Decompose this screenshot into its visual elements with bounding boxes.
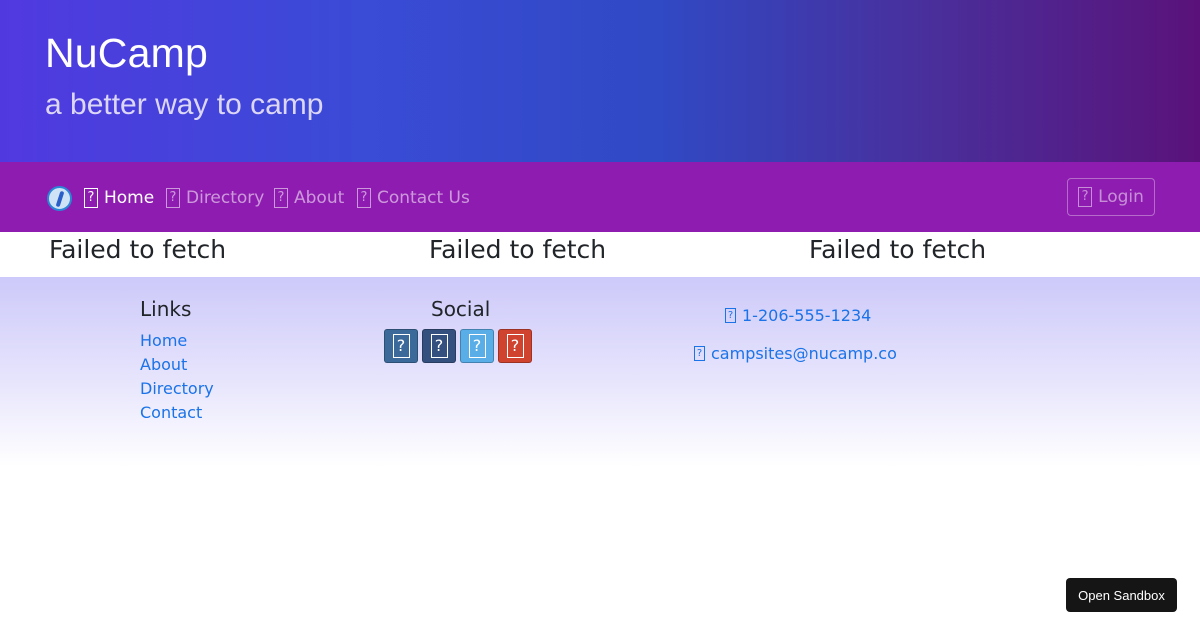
- nav-item-label: Home: [104, 188, 155, 208]
- social-button-1[interactable]: ?: [384, 329, 418, 363]
- social-heading: Social: [431, 297, 491, 321]
- footer-link-directory[interactable]: Directory: [140, 379, 214, 398]
- fetch-error-message: Failed to fetch: [49, 235, 227, 264]
- site-subtitle: a better way to camp: [45, 88, 324, 121]
- social-icon: ?: [468, 334, 486, 358]
- nav-item-directory[interactable]: ? Directory: [166, 186, 264, 210]
- nucamp-logo-icon[interactable]: [47, 186, 72, 211]
- social-button-2[interactable]: ?: [422, 329, 456, 363]
- phone-icon: ?: [725, 308, 736, 323]
- social-icon: ?: [430, 334, 448, 358]
- social-icon: ?: [506, 334, 524, 358]
- about-icon: ?: [274, 188, 288, 208]
- phone-link[interactable]: ? 1-206-555-1234: [725, 306, 871, 325]
- login-icon: ?: [1078, 187, 1093, 207]
- nav-item-label: Contact Us: [377, 188, 470, 208]
- footer-link-contact[interactable]: Contact: [140, 403, 202, 422]
- nav-item-contact-us[interactable]: ? Contact Us: [357, 186, 470, 210]
- links-heading: Links: [140, 297, 192, 321]
- phone-number: 1-206-555-1234: [742, 306, 872, 325]
- open-sandbox-button[interactable]: Open Sandbox: [1066, 578, 1177, 612]
- social-button-4[interactable]: ?: [498, 329, 532, 363]
- nav-item-label: About: [294, 188, 345, 208]
- footer-link-about[interactable]: About: [140, 355, 187, 374]
- email-link[interactable]: ? campsites@nucamp.co: [694, 344, 897, 363]
- email-icon: ?: [694, 346, 705, 361]
- nav-item-home[interactable]: ? Home: [84, 186, 154, 210]
- contact-icon: ?: [357, 188, 371, 208]
- fetch-error-message: Failed to fetch: [429, 235, 607, 264]
- header-jumbotron: [0, 0, 1200, 162]
- home-icon: ?: [84, 188, 98, 208]
- social-icon: ?: [392, 334, 410, 358]
- footer-link-home[interactable]: Home: [140, 331, 187, 350]
- directory-icon: ?: [166, 188, 180, 208]
- fetch-error-message: Failed to fetch: [809, 235, 987, 264]
- social-button-3[interactable]: ?: [460, 329, 494, 363]
- site-title: NuCamp: [45, 30, 208, 76]
- nav-item-about[interactable]: ? About: [274, 186, 344, 210]
- nav-item-label: Directory: [186, 188, 265, 208]
- login-label: Login: [1098, 187, 1144, 207]
- email-address: campsites@nucamp.co: [711, 344, 897, 363]
- login-button[interactable]: ? Login: [1067, 178, 1155, 216]
